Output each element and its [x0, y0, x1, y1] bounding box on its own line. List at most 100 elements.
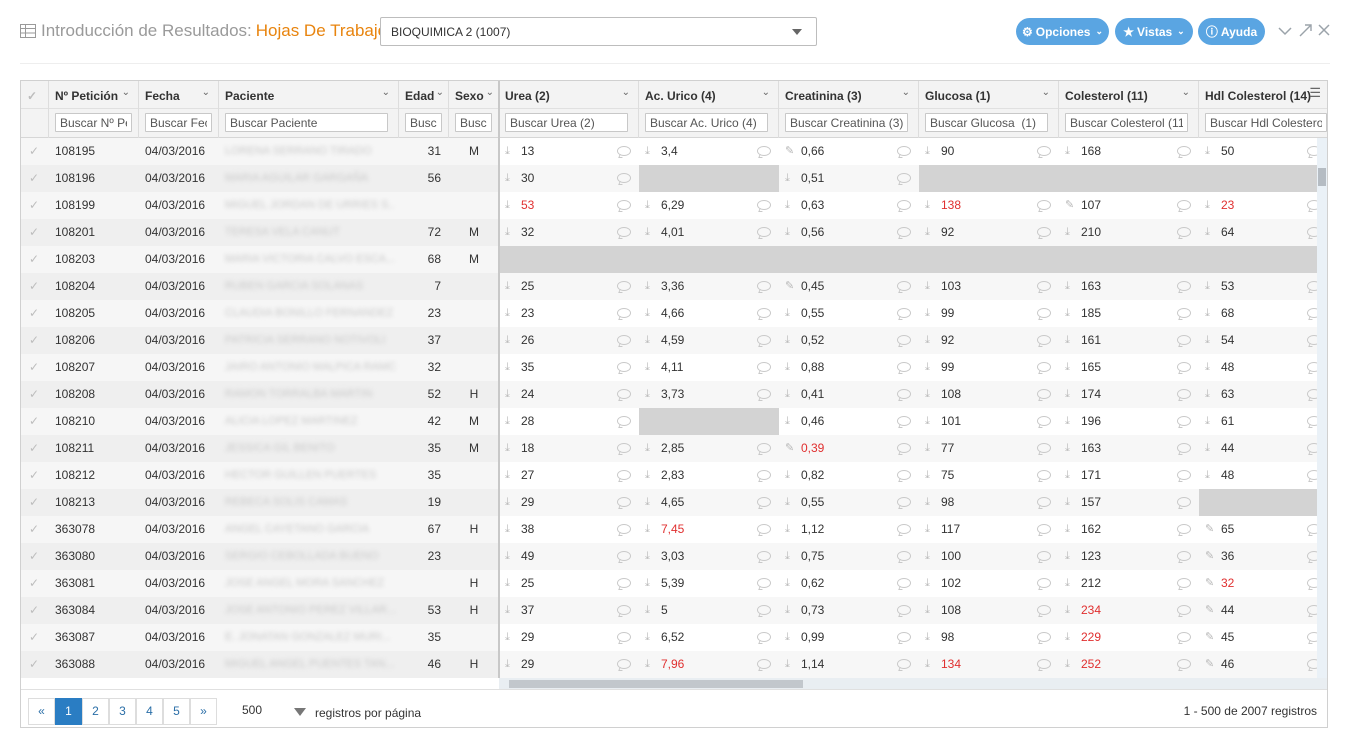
- result-cell[interactable]: ⤓ 7,96: [639, 651, 779, 678]
- result-cell[interactable]: ⤓ 0,56: [779, 219, 919, 246]
- result-cell[interactable]: ✎ 0,39: [779, 435, 919, 462]
- comment-icon[interactable]: [897, 605, 911, 615]
- result-cell[interactable]: ⤓ 28: [499, 408, 639, 435]
- result-cell[interactable]: ⤓ 4,66: [639, 300, 779, 327]
- select-all-header[interactable]: ✓: [21, 81, 49, 109]
- comment-icon[interactable]: [897, 389, 911, 399]
- help-button[interactable]: ⓘ Ayuda: [1198, 18, 1265, 45]
- comment-icon[interactable]: [1037, 200, 1051, 210]
- comment-icon[interactable]: [1177, 200, 1191, 210]
- result-cell[interactable]: ⤓ 134: [919, 651, 1059, 678]
- result-cell[interactable]: ⤓ 44: [1199, 435, 1321, 462]
- column-menu-icon[interactable]: ☰: [1309, 85, 1321, 101]
- comment-icon[interactable]: [617, 281, 631, 291]
- result-cell[interactable]: ⤓ 174: [1059, 381, 1199, 408]
- result-cell[interactable]: ⤓ 108: [919, 381, 1059, 408]
- result-cell[interactable]: ⤓ 53: [499, 192, 639, 219]
- result-cell[interactable]: ⤓ 13: [499, 138, 639, 165]
- comment-icon[interactable]: [1177, 659, 1191, 669]
- comment-icon[interactable]: [1037, 497, 1051, 507]
- row-select-checkbox[interactable]: ✓: [29, 354, 39, 381]
- result-cell[interactable]: ⤓ 234: [1059, 597, 1199, 624]
- row-select-checkbox[interactable]: ✓: [29, 624, 39, 651]
- comment-icon[interactable]: [897, 308, 911, 318]
- table-row[interactable]: ✓ 108196 04/03/2016 MARIA AGUILAR GARGAÑA 56…: [21, 165, 1327, 192]
- comment-icon[interactable]: [617, 470, 631, 480]
- result-cell[interactable]: ⤓ 210: [1059, 219, 1199, 246]
- result-cell[interactable]: ⤓ 101: [919, 408, 1059, 435]
- result-cell[interactable]: ⤓ 98: [919, 489, 1059, 516]
- result-cell[interactable]: ⤓ 23: [1199, 192, 1321, 219]
- filter-peticion-input[interactable]: [55, 113, 132, 132]
- comment-icon[interactable]: [897, 443, 911, 453]
- result-cell[interactable]: ⤓ 185: [1059, 300, 1199, 327]
- result-cell[interactable]: ⤓ 3,73: [639, 381, 779, 408]
- comment-icon[interactable]: [617, 227, 631, 237]
- comment-icon[interactable]: [1177, 578, 1191, 588]
- table-row[interactable]: ✓ 363081 04/03/2016 JOSE ANGEL MORA SANCHEZ…: [21, 570, 1327, 597]
- row-select-checkbox[interactable]: ✓: [29, 219, 39, 246]
- result-cell[interactable]: ⤓ 0,51: [779, 165, 919, 192]
- result-cell[interactable]: ⤓ 35: [499, 354, 639, 381]
- close-icon[interactable]: [1318, 24, 1330, 36]
- comment-icon[interactable]: [1177, 308, 1191, 318]
- result-cell[interactable]: ⤓ 92: [919, 327, 1059, 354]
- comment-icon[interactable]: [617, 632, 631, 642]
- result-cell[interactable]: ⤓ 0,88: [779, 354, 919, 381]
- vertical-scrollbar-thumb[interactable]: [1318, 168, 1326, 186]
- result-cell[interactable]: ⤓ 168: [1059, 138, 1199, 165]
- comment-icon[interactable]: [617, 362, 631, 372]
- worksheet-select[interactable]: BIOQUIMICA 2 (1007): [380, 17, 817, 46]
- comment-icon[interactable]: [617, 497, 631, 507]
- result-cell[interactable]: ⤓ 23: [499, 300, 639, 327]
- table-row[interactable]: ✓ 108206 04/03/2016 PATRICIA SERRANO NOTIVO…: [21, 327, 1327, 354]
- result-cell[interactable]: ⤓ 98: [919, 624, 1059, 651]
- result-cell[interactable]: ⤓ 48: [1199, 354, 1321, 381]
- comment-icon[interactable]: [617, 200, 631, 210]
- filter-glucosa-input[interactable]: [925, 113, 1048, 132]
- result-cell[interactable]: ⤓ 0,62: [779, 570, 919, 597]
- comment-icon[interactable]: [757, 335, 771, 345]
- result-cell[interactable]: ⤓ 3,36: [639, 273, 779, 300]
- comment-icon[interactable]: [1037, 308, 1051, 318]
- result-cell[interactable]: ⤓ 68: [1199, 300, 1321, 327]
- comment-icon[interactable]: [757, 605, 771, 615]
- result-cell[interactable]: ⤓ 38: [499, 516, 639, 543]
- comment-icon[interactable]: [757, 200, 771, 210]
- column-header-creatinina[interactable]: Creatinina (3) ⌄: [779, 81, 919, 109]
- comment-icon[interactable]: [897, 362, 911, 372]
- filter-fecha-input[interactable]: [145, 113, 212, 132]
- table-row[interactable]: ✓ 108207 04/03/2016 JAIRO ANTONIO MALPICA R…: [21, 354, 1327, 381]
- table-row[interactable]: ✓ 108210 04/03/2016 ALICIA LOPEZ MARTINEZ 42…: [21, 408, 1327, 435]
- table-row[interactable]: ✓ 363088 04/03/2016 MIGUEL ANGEL PUENTES TA…: [21, 651, 1327, 678]
- table-row[interactable]: ✓ 108213 04/03/2016 REBECA SOLIS CAMAS 19 ⤓ 29…: [21, 489, 1327, 516]
- result-cell[interactable]: ⤓ 0,75: [779, 543, 919, 570]
- horizontal-scrollbar[interactable]: [499, 678, 1327, 689]
- result-cell[interactable]: ⤓ 1,12: [779, 516, 919, 543]
- comment-icon[interactable]: [897, 578, 911, 588]
- comment-icon[interactable]: [757, 389, 771, 399]
- table-row[interactable]: ✓ 108205 04/03/2016 CLAUDIA BONILLO FERNAND…: [21, 300, 1327, 327]
- row-select-checkbox[interactable]: ✓: [29, 543, 39, 570]
- result-cell[interactable]: ✎ 0,45: [779, 273, 919, 300]
- result-cell[interactable]: ⤓ 123: [1059, 543, 1199, 570]
- table-row[interactable]: ✓ 108208 04/03/2016 RAMON TORRALBA MARTIN 52…: [21, 381, 1327, 408]
- filter-sexo-input[interactable]: [455, 113, 492, 132]
- result-cell[interactable]: ⤓ 53: [1199, 273, 1321, 300]
- row-select-checkbox[interactable]: ✓: [29, 408, 39, 435]
- result-cell[interactable]: ⤓ 2,85: [639, 435, 779, 462]
- result-cell[interactable]: ⤓ 90: [919, 138, 1059, 165]
- table-row[interactable]: ✓ 363080 04/03/2016 SERGIO CEBOLLADA BUENO 2…: [21, 543, 1327, 570]
- result-cell[interactable]: ⤓ 3,03: [639, 543, 779, 570]
- column-header-fecha[interactable]: Fecha ⌄: [139, 81, 219, 109]
- result-cell[interactable]: ⤓ 0,73: [779, 597, 919, 624]
- row-select-checkbox[interactable]: ✓: [29, 516, 39, 543]
- comment-icon[interactable]: [757, 551, 771, 561]
- result-cell[interactable]: ⤓ 0,41: [779, 381, 919, 408]
- comment-icon[interactable]: [757, 632, 771, 642]
- result-cell[interactable]: ⤓ 0,46: [779, 408, 919, 435]
- page-size-select[interactable]: 500: [242, 703, 312, 723]
- result-cell[interactable]: ⤓ 37: [499, 597, 639, 624]
- result-cell[interactable]: ⤓ 0,63: [779, 192, 919, 219]
- result-cell[interactable]: ⤓ 25: [499, 570, 639, 597]
